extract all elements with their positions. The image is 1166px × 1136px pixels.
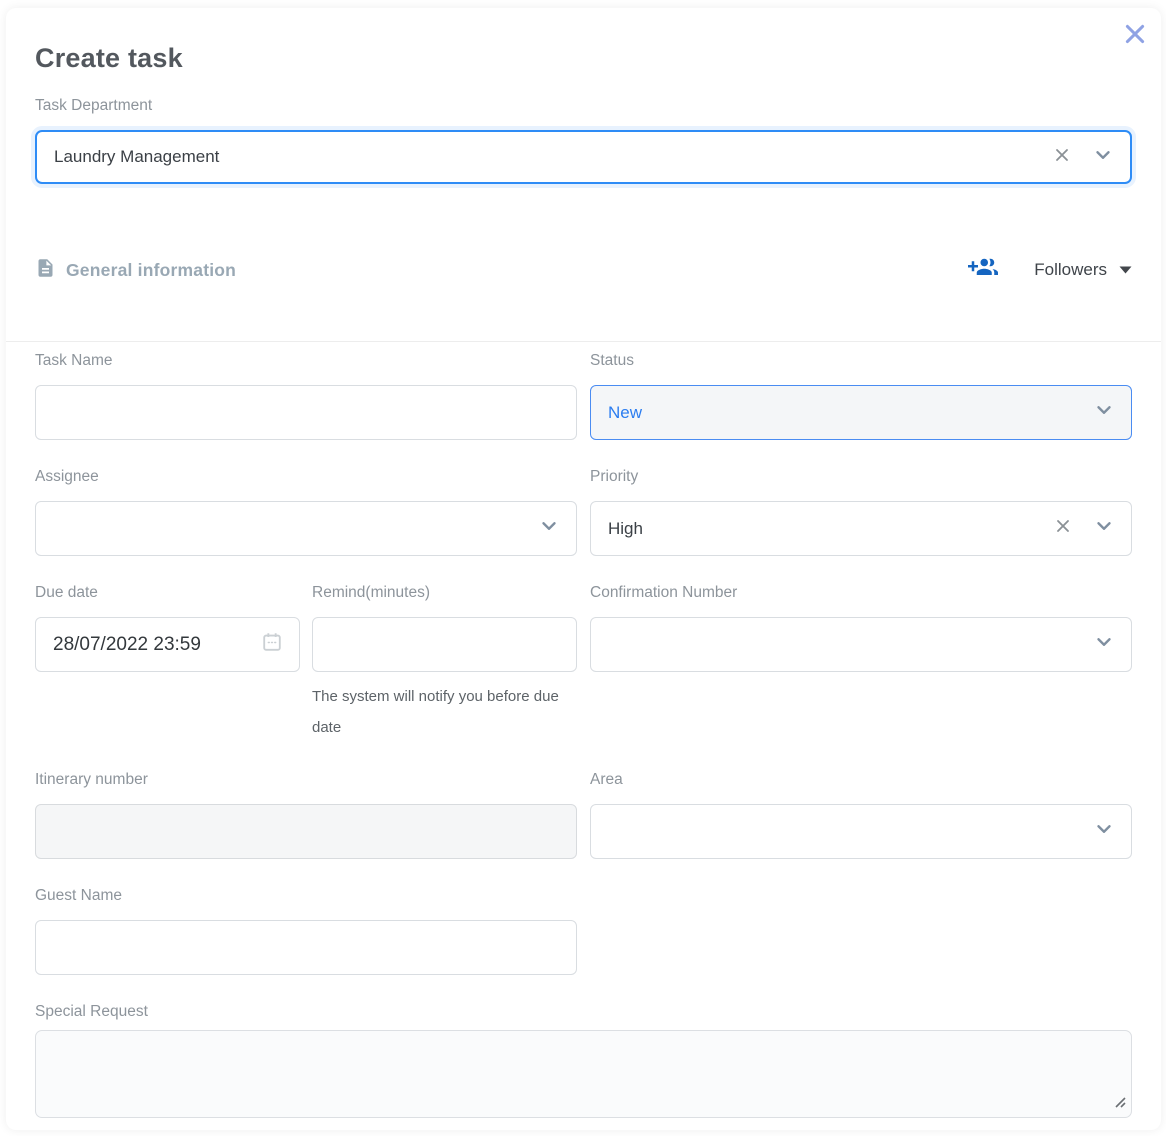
special-request-label: Special Request	[35, 1003, 1132, 1020]
chevron-down-icon[interactable]	[538, 515, 560, 542]
confirmation-number-label: Confirmation Number	[590, 584, 1132, 601]
priority-label: Priority	[590, 468, 1132, 485]
priority-value: High	[608, 519, 1053, 539]
chevron-down-icon[interactable]	[1093, 631, 1115, 658]
calendar-icon[interactable]	[261, 631, 283, 658]
due-date-input[interactable]: 28/07/2022 23:59	[35, 617, 300, 672]
empty-cell	[590, 887, 1132, 975]
assignee-label: Assignee	[35, 468, 577, 485]
due-date-field: Due date 28/07/2022 23:59	[35, 584, 300, 743]
clear-icon[interactable]	[1053, 516, 1073, 541]
caret-down-icon[interactable]	[1119, 261, 1132, 279]
task-department-select[interactable]: Laundry Management	[35, 130, 1132, 184]
due-date-label: Due date	[35, 584, 300, 601]
chevron-down-icon[interactable]	[1092, 144, 1114, 171]
area-label: Area	[590, 771, 1132, 788]
group-add-icon[interactable]	[968, 255, 998, 285]
itinerary-number-field: Itinerary number	[35, 771, 577, 859]
status-field: Status New	[590, 352, 1132, 440]
confirmation-number-select[interactable]	[590, 617, 1132, 672]
area-select[interactable]	[590, 804, 1132, 859]
page-title: Create task	[35, 43, 1132, 73]
area-field: Area	[590, 771, 1132, 859]
followers-button[interactable]: Followers	[968, 255, 1132, 285]
remind-label: Remind(minutes)	[312, 584, 577, 601]
chevron-down-icon[interactable]	[1093, 818, 1115, 845]
task-department-label: Task Department	[35, 97, 1132, 114]
status-value: New	[608, 403, 1093, 423]
special-request-textarea[interactable]	[35, 1030, 1132, 1118]
task-name-field: Task Name	[35, 352, 577, 440]
guest-name-input[interactable]	[35, 920, 577, 975]
guest-name-label: Guest Name	[35, 887, 577, 904]
chevron-down-icon[interactable]	[1093, 399, 1115, 426]
followers-label: Followers	[1034, 260, 1107, 280]
remind-input[interactable]	[312, 617, 577, 672]
document-icon	[35, 256, 56, 285]
close-icon[interactable]	[1121, 20, 1149, 48]
itinerary-number-label: Itinerary number	[35, 771, 577, 788]
itinerary-number-input	[35, 804, 577, 859]
assignee-select[interactable]	[35, 501, 577, 556]
due-date-value: 28/07/2022 23:59	[53, 634, 261, 656]
assignee-field: Assignee	[35, 468, 577, 556]
special-request-field: Special Request	[35, 1003, 1132, 1118]
resize-handle-icon[interactable]	[1112, 1094, 1127, 1114]
due-remind-row: Due date 28/07/2022 23:59 Remind(minutes…	[35, 584, 577, 743]
clear-icon[interactable]	[1052, 145, 1072, 170]
guest-name-field: Guest Name	[35, 887, 577, 975]
remind-field: Remind(minutes) The system will notify y…	[312, 584, 577, 743]
confirmation-number-field: Confirmation Number	[590, 584, 1132, 743]
create-task-modal: Create task Task Department Laundry Mana…	[6, 8, 1161, 1130]
task-name-input[interactable]	[35, 385, 577, 440]
chevron-down-icon[interactable]	[1093, 515, 1115, 542]
remind-helper-text: The system will notify you before due da…	[312, 681, 577, 743]
status-label: Status	[590, 352, 1132, 369]
section-title: General information	[66, 260, 236, 281]
task-department-value: Laundry Management	[54, 147, 1052, 167]
priority-select[interactable]: High	[590, 501, 1132, 556]
status-select[interactable]: New	[590, 385, 1132, 440]
section-divider	[6, 341, 1161, 342]
task-name-label: Task Name	[35, 352, 577, 369]
priority-field: Priority High	[590, 468, 1132, 556]
